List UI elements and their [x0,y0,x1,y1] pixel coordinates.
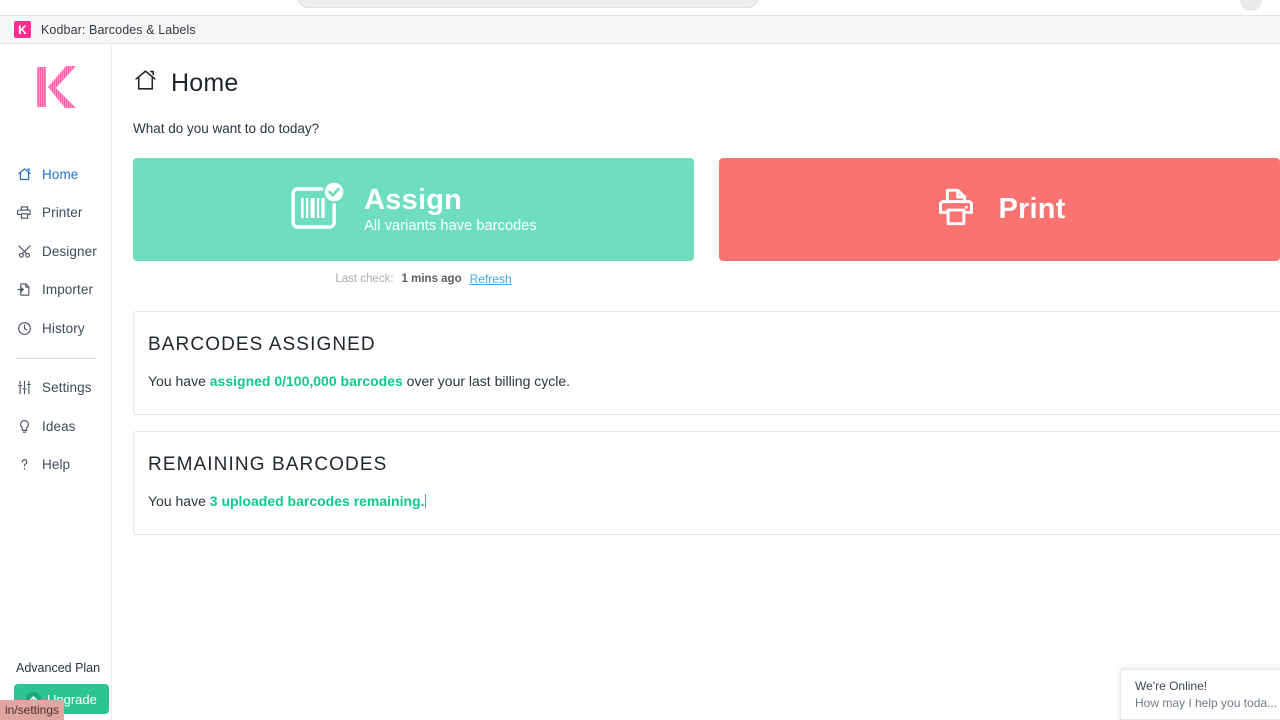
page-title: Home [171,69,239,98]
app-title: Kodbar: Barcodes & Labels [41,23,196,37]
kodbar-k-logo-icon [33,63,79,111]
chat-subtitle: How may I help you toda... [1135,696,1279,710]
app-title-bar: K Kodbar: Barcodes & Labels [0,15,1280,44]
home-icon [133,68,158,98]
card-body-highlight: assigned 0/100,000 barcodes [210,373,403,389]
importer-icon [16,282,32,298]
kodbar-logo-icon: K [14,21,31,38]
card-body-prefix: You have [148,373,210,389]
remaining-barcodes-card: REMAINING BARCODES You have 3 uploaded b… [133,431,1280,535]
app-frame: Home Printer Designer [0,45,1280,720]
sidebar-item-home[interactable]: Home [0,155,112,194]
sidebar-item-designer[interactable]: Designer [0,232,112,271]
sidebar-item-label: Printer [42,205,82,220]
barcode-check-icon [290,178,348,241]
assign-card-description: All variants have barcodes [364,218,537,234]
barcodes-assigned-card: BARCODES ASSIGNED You have assigned 0/10… [133,311,1280,415]
sliders-icon [16,380,32,396]
card-body: You have 3 uploaded barcodes remaining. [148,493,1280,509]
card-body-prefix: You have [148,493,210,509]
last-check-label: Last check: [335,273,393,285]
assign-card[interactable]: Assign All variants have barcodes [133,158,694,261]
sidebar-item-label: Importer [42,282,93,297]
sidebar-item-ideas[interactable]: Ideas [0,407,112,446]
printer-icon [933,184,979,235]
brand-logo[interactable] [0,54,112,120]
print-card-title: Print [998,194,1065,224]
text-caret [425,494,426,508]
action-cards: Assign All variants have barcodes [133,158,1280,261]
sidebar-divider [16,358,96,359]
card-body: You have assigned 0/100,000 barcodes ove… [148,373,1280,389]
last-check-value: 1 mins ago [402,273,462,285]
assign-card-title: Assign [364,185,537,215]
clock-icon [16,320,32,336]
card-title: BARCODES ASSIGNED [148,334,1280,356]
sidebar-item-label: Home [42,167,78,182]
card-body-highlight: 3 uploaded barcodes remaining. [210,493,425,509]
sidebar-item-label: History [42,321,85,336]
browser-chrome-sliver [0,0,1280,15]
lightbulb-icon [16,418,32,434]
status-bar: in/settings [0,700,64,720]
printer-icon [16,205,32,221]
last-check-row: Last check: 1 mins ago Refresh [133,272,714,286]
sidebar-item-label: Settings [42,380,92,395]
chat-widget[interactable]: We're Online! How may I help you toda... [1120,669,1280,720]
sidebar-item-importer[interactable]: Importer [0,271,112,310]
address-bar[interactable] [296,0,760,8]
chat-title: We're Online! [1135,679,1279,693]
main-content: Home What do you want to do today? [112,45,1280,720]
designer-icon [16,243,32,259]
home-icon [16,166,32,182]
sidebar: Home Printer Designer [0,45,112,720]
sidebar-item-printer[interactable]: Printer [0,194,112,233]
print-card[interactable]: Print [719,158,1280,261]
sidebar-item-label: Ideas [42,419,76,434]
refresh-link[interactable]: Refresh [470,272,512,286]
sidebar-item-help[interactable]: Help [0,446,112,485]
plan-name: Advanced Plan [16,661,112,675]
card-title: REMAINING BARCODES [148,454,1280,476]
avatar[interactable] [1240,0,1262,11]
question-icon [16,457,32,473]
sidebar-item-history[interactable]: History [0,309,112,348]
sidebar-item-label: Help [42,457,70,472]
card-body-suffix: over your last billing cycle. [403,373,570,389]
sidebar-item-settings[interactable]: Settings [0,369,112,408]
sidebar-nav: Home Printer Designer [0,155,112,484]
sidebar-item-label: Designer [42,244,97,259]
page-subtitle: What do you want to do today? [133,121,1280,136]
page-header: Home [133,65,1280,101]
